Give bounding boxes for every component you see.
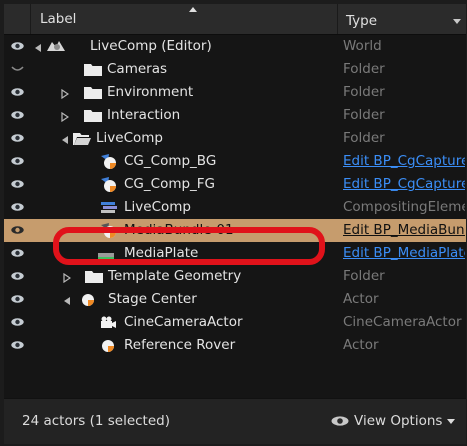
row-label: LiveComp xyxy=(96,130,163,146)
tree-row-folder[interactable]: Environment Folder xyxy=(4,81,466,104)
chevron-down-icon xyxy=(447,418,456,424)
tree-row-world[interactable]: LiveComp (Editor) World xyxy=(4,35,466,58)
row-label: CG_Comp_FG xyxy=(124,176,216,192)
folder-icon xyxy=(83,61,103,78)
row-label: Template Geometry xyxy=(108,268,242,284)
actor-icon xyxy=(98,337,118,354)
world-outliner: Label Type LiveComp (Editor) World Camer… xyxy=(4,4,466,444)
eye-icon[interactable] xyxy=(11,157,24,165)
eye-icon[interactable] xyxy=(11,226,24,234)
row-label: CG_Comp_BG xyxy=(124,153,217,169)
visibility-column-header[interactable] xyxy=(4,4,31,34)
row-type: Folder xyxy=(343,61,385,77)
row-label: CineCameraActor xyxy=(124,314,243,330)
row-type: Actor xyxy=(343,291,379,307)
eye-icon[interactable] xyxy=(11,134,24,142)
eye-icon[interactable] xyxy=(11,249,24,257)
row-label: Reference Rover xyxy=(124,337,236,353)
eye-icon xyxy=(331,416,349,426)
folder-open-icon xyxy=(72,130,92,147)
eye-icon[interactable] xyxy=(11,318,24,326)
eye-icon[interactable] xyxy=(11,42,24,50)
row-type: World xyxy=(343,38,382,54)
row-type: Actor xyxy=(343,337,379,353)
eye-icon[interactable] xyxy=(11,341,24,349)
actor-icon xyxy=(79,291,99,308)
blueprint-actor-icon xyxy=(99,176,119,193)
eye-icon[interactable] xyxy=(11,295,24,303)
hidden-eye-icon[interactable] xyxy=(11,65,24,73)
highlight-ring xyxy=(53,227,325,265)
edit-blueprint-link[interactable]: Edit BP_MediaBundle xyxy=(343,222,465,238)
outliner-footer: 24 actors (1 selected) View Options xyxy=(4,398,466,444)
edit-blueprint-link[interactable]: Edit BP_CgCapture xyxy=(343,153,465,169)
eye-icon[interactable] xyxy=(11,272,24,280)
row-label: Cameras xyxy=(107,61,168,77)
camera-icon xyxy=(98,314,118,331)
tree-row-actor[interactable]: Reference Rover Actor xyxy=(4,334,466,357)
eye-icon[interactable] xyxy=(11,180,24,188)
row-label: Environment xyxy=(107,84,194,100)
expand-triangle-icon[interactable] xyxy=(63,294,71,305)
row-type: Folder xyxy=(343,130,385,146)
tree-row-actor[interactable]: CG_Comp_FG Edit BP_CgCapture xyxy=(4,173,466,196)
blueprint-actor-icon xyxy=(99,153,119,170)
folder-icon xyxy=(83,84,103,101)
folder-icon xyxy=(84,268,104,285)
tree-row-actor[interactable]: Stage Center Actor xyxy=(4,288,466,311)
view-options-label: View Options xyxy=(354,413,443,429)
view-options-button[interactable]: View Options xyxy=(331,413,456,429)
edit-blueprint-link[interactable]: Edit BP_CgCapture xyxy=(343,176,465,192)
tree-row-folder[interactable]: Interaction Folder xyxy=(4,104,466,127)
tree-row-folder[interactable]: Template Geometry Folder xyxy=(4,265,466,288)
chevron-down-icon[interactable] xyxy=(453,19,461,24)
type-column-header[interactable]: Type xyxy=(337,4,466,34)
expand-triangle-icon[interactable] xyxy=(34,41,42,52)
sort-ascending-icon[interactable] xyxy=(189,7,197,12)
row-type: CompositingElement xyxy=(343,199,465,215)
compositing-element-icon xyxy=(99,199,119,216)
edit-blueprint-link[interactable]: Edit BP_MediaPlate xyxy=(343,245,465,261)
eye-icon[interactable] xyxy=(11,111,24,119)
row-label: LiveComp (Editor) xyxy=(90,38,212,54)
type-column-label: Type xyxy=(346,13,378,29)
label-column-header[interactable]: Label xyxy=(40,11,76,27)
column-header: Label Type xyxy=(4,4,466,35)
world-icon xyxy=(46,38,66,55)
tree-row-folder[interactable]: LiveComp Folder xyxy=(4,127,466,150)
row-type: Folder xyxy=(343,268,385,284)
row-type: Folder xyxy=(343,84,385,100)
collapsed-triangle-icon[interactable] xyxy=(61,87,70,100)
row-label: LiveComp xyxy=(124,199,191,215)
eye-icon[interactable] xyxy=(11,203,24,211)
folder-icon xyxy=(83,107,103,124)
tree-row-actor[interactable]: CineCameraActor CineCameraActor xyxy=(4,311,466,334)
collapsed-triangle-icon[interactable] xyxy=(63,271,72,284)
row-type: Folder xyxy=(343,107,385,123)
tree-row-actor[interactable]: CG_Comp_BG Edit BP_CgCapture xyxy=(4,150,466,173)
row-label: Interaction xyxy=(107,107,181,123)
tree-row-actor[interactable]: LiveComp CompositingElement xyxy=(4,196,466,219)
row-label: Stage Center xyxy=(108,291,197,307)
actor-count: 24 actors (1 selected) xyxy=(22,413,170,429)
eye-icon[interactable] xyxy=(11,88,24,96)
collapsed-triangle-icon[interactable] xyxy=(61,110,70,123)
tree-row-folder[interactable]: Cameras Folder xyxy=(4,58,466,81)
expand-triangle-icon[interactable] xyxy=(61,133,69,144)
row-type: CineCameraActor xyxy=(343,314,462,330)
